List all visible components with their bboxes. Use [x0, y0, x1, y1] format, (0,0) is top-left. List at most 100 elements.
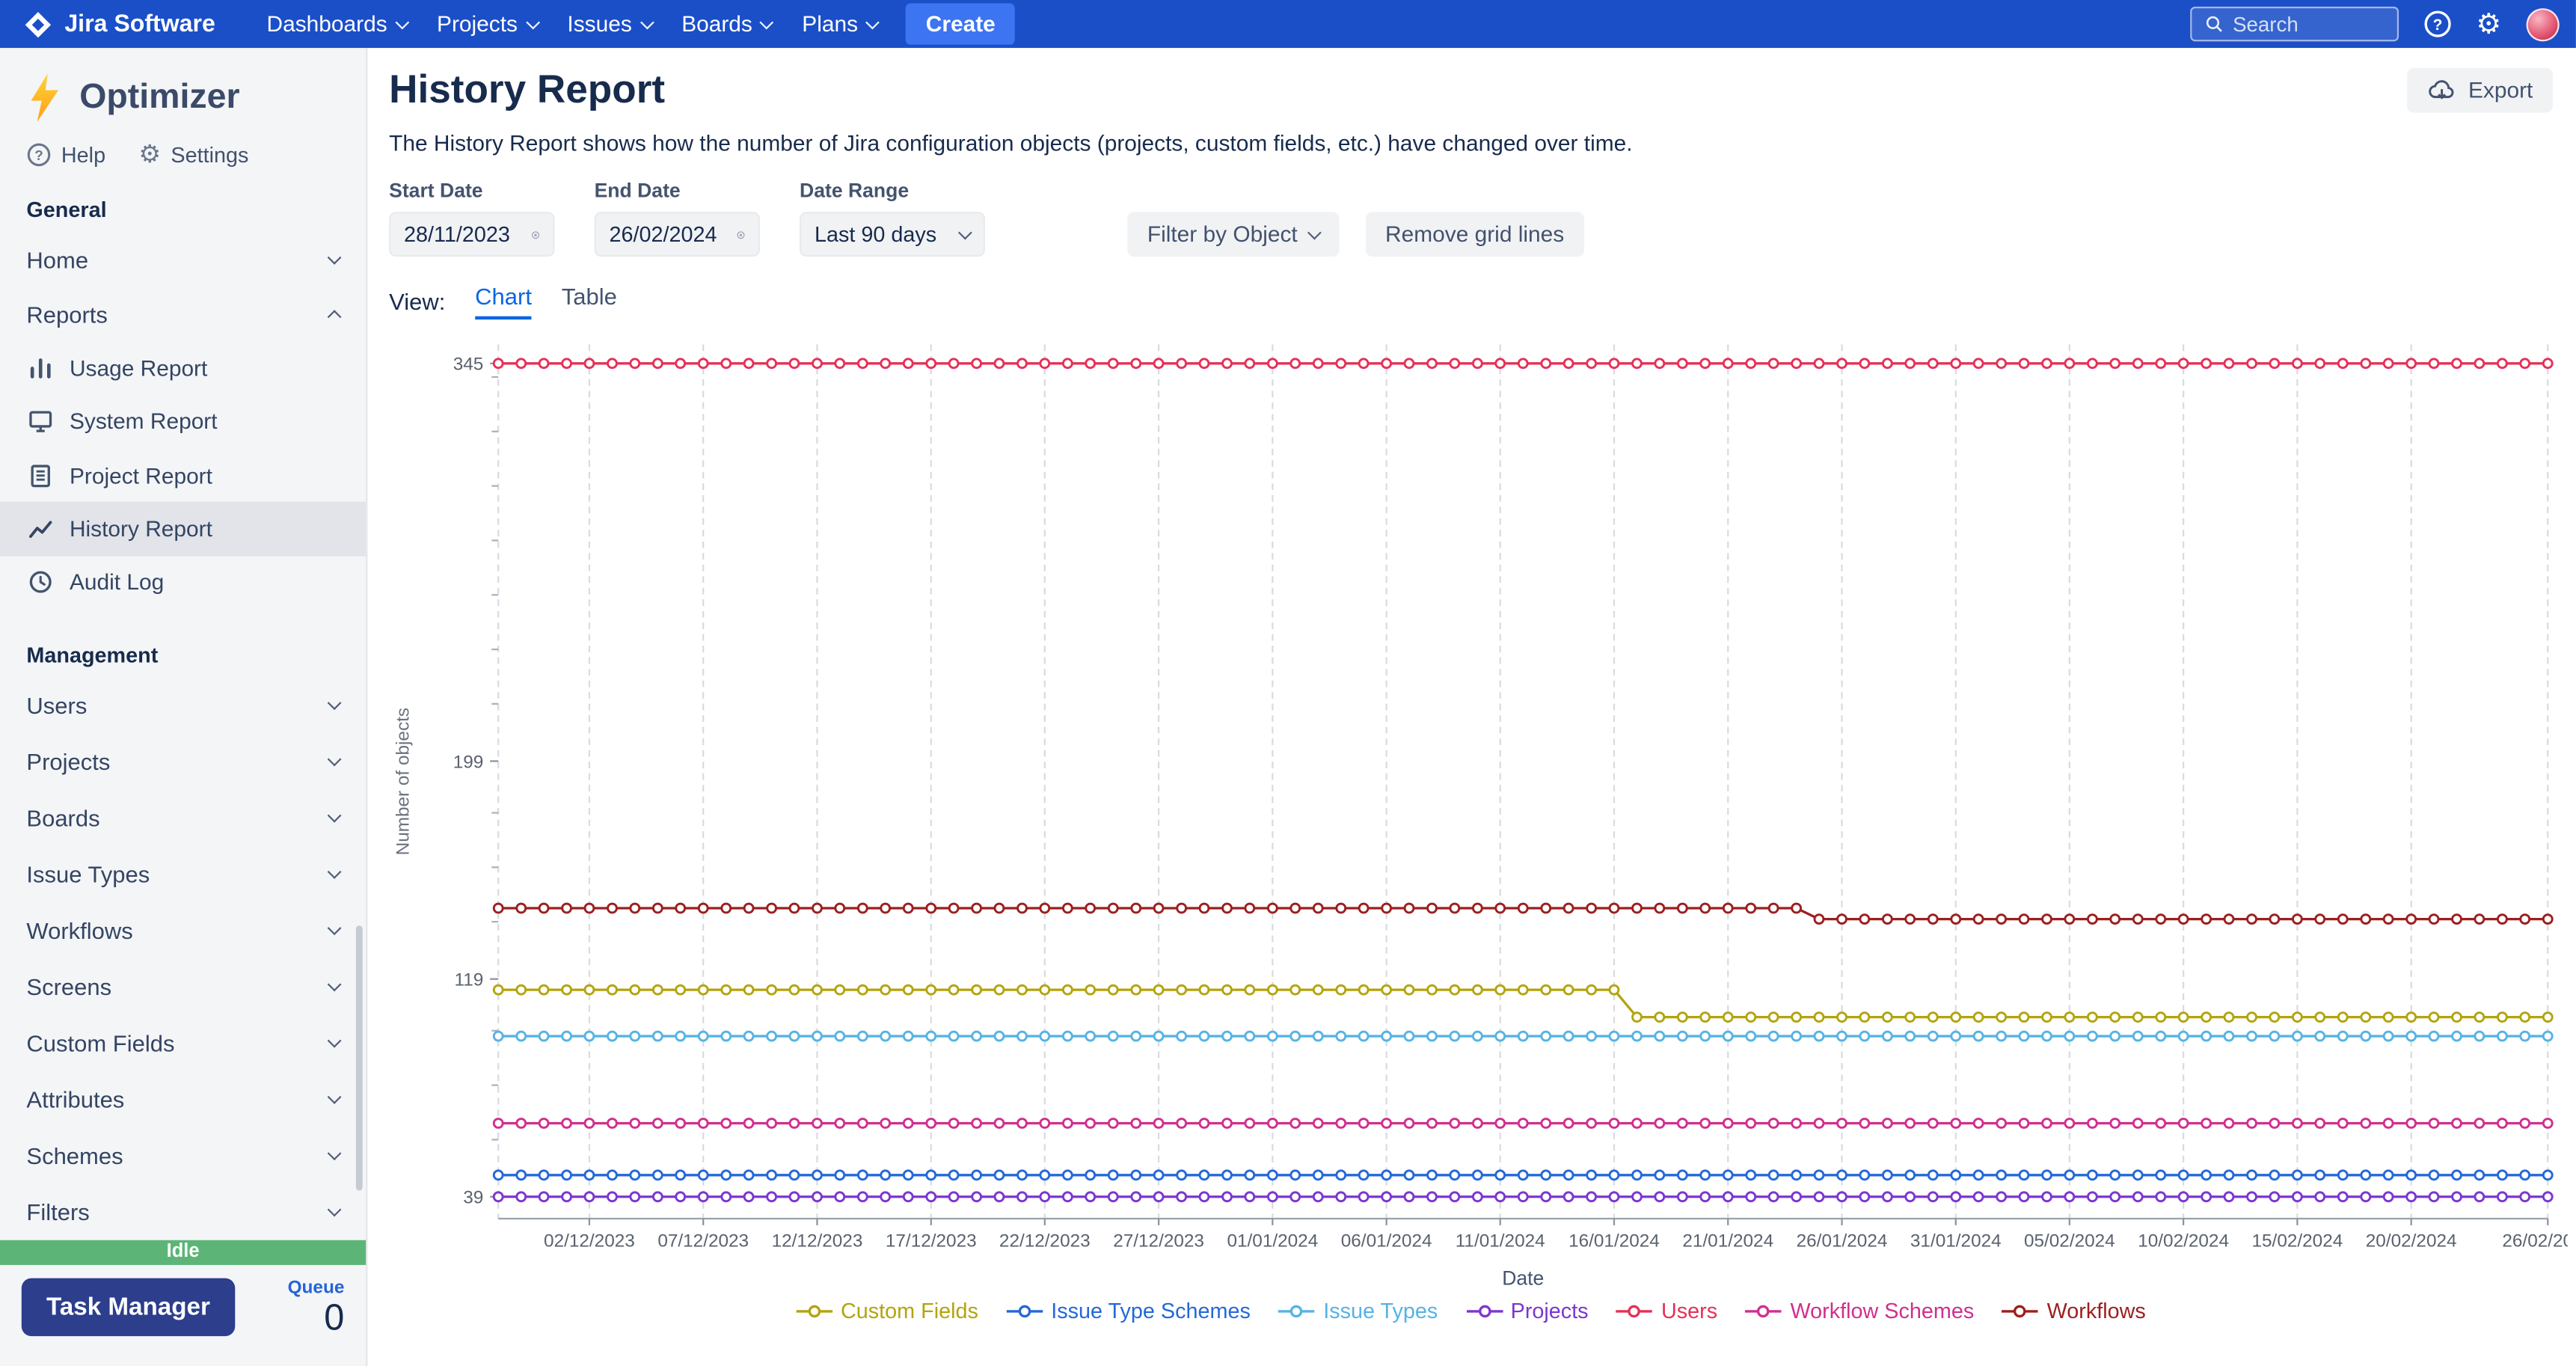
- nav-item-projects[interactable]: Projects: [422, 3, 552, 44]
- legend-item-issue-type-schemes[interactable]: Issue Type Schemes: [1007, 1298, 1251, 1323]
- chevron-down-icon: [328, 1202, 342, 1216]
- svg-text:21/01/2024: 21/01/2024: [1682, 1231, 1773, 1252]
- bar-chart-icon: [28, 356, 53, 381]
- history-chart: 3451991193902/12/202307/12/202312/12/202…: [389, 321, 2568, 1298]
- chevron-down-icon: [1307, 225, 1321, 239]
- nav-item-issues[interactable]: Issues: [552, 3, 666, 44]
- chevron-down-icon: [328, 809, 342, 823]
- chevron-down-icon: [526, 15, 540, 29]
- queue-count: 0: [324, 1298, 344, 1336]
- sidebar-item-users[interactable]: Users: [0, 677, 366, 733]
- sidebar-item-filters[interactable]: Filters: [0, 1183, 366, 1240]
- legend-item-workflows[interactable]: Workflows: [2002, 1298, 2146, 1323]
- remove-grid-lines-button[interactable]: Remove grid lines: [1365, 212, 1583, 257]
- start-date-field: Start Date: [389, 179, 554, 257]
- legend-item-issue-types[interactable]: Issue Types: [1278, 1298, 1438, 1323]
- legend-marker-icon: [796, 1302, 832, 1319]
- sidebar-settings-link[interactable]: ⚙ Settings: [138, 142, 248, 167]
- tab-table[interactable]: Table: [562, 282, 617, 319]
- svg-text:11/01/2024: 11/01/2024: [1456, 1231, 1545, 1252]
- view-label: View:: [389, 287, 445, 313]
- sidebar-item-screens[interactable]: Screens: [0, 958, 366, 1014]
- task-manager-button[interactable]: Task Manager: [22, 1278, 235, 1336]
- page-description: The History Report shows how the number …: [389, 131, 2553, 156]
- svg-text:20/02/2024: 20/02/2024: [2366, 1231, 2457, 1252]
- svg-text:Date: Date: [1502, 1267, 1544, 1290]
- sidebar-item-boards[interactable]: Boards: [0, 790, 366, 846]
- start-date-input[interactable]: [404, 222, 520, 247]
- legend-item-custom-fields[interactable]: Custom Fields: [796, 1298, 978, 1323]
- search-icon: [2205, 13, 2223, 35]
- svg-text:07/12/2023: 07/12/2023: [657, 1231, 749, 1252]
- search-input[interactable]: [2233, 13, 2384, 36]
- sidebar-scrollbar[interactable]: [356, 925, 363, 1190]
- legend-item-workflow-schemes[interactable]: Workflow Schemes: [1746, 1298, 1974, 1323]
- legend-marker-icon: [1746, 1302, 1782, 1319]
- clear-icon[interactable]: [737, 223, 745, 246]
- nav-item-dashboards[interactable]: Dashboards: [252, 3, 423, 44]
- tab-chart[interactable]: Chart: [475, 282, 532, 319]
- sidebar-item-system-report[interactable]: System Report: [0, 395, 366, 448]
- legend-item-projects[interactable]: Projects: [1466, 1298, 1589, 1323]
- sidebar-item-schemes[interactable]: Schemes: [0, 1127, 366, 1183]
- cloud-download-icon: [2427, 78, 2457, 102]
- nav-item-label: Dashboards: [267, 11, 387, 36]
- end-date-input[interactable]: [609, 222, 725, 247]
- sidebar-item-project-report[interactable]: Project Report: [0, 449, 366, 502]
- chevron-down-icon: [328, 1146, 342, 1160]
- page-title: History Report: [389, 68, 665, 114]
- svg-text:06/01/2024: 06/01/2024: [1341, 1231, 1432, 1252]
- svg-text:16/01/2024: 16/01/2024: [1568, 1231, 1660, 1252]
- main-content: History Report Export The History Report…: [367, 48, 2576, 1366]
- sidebar-item-workflows[interactable]: Workflows: [0, 902, 366, 958]
- clear-icon[interactable]: [531, 223, 539, 246]
- app-logo: Optimizer: [0, 48, 366, 135]
- user-avatar[interactable]: [2526, 7, 2559, 40]
- nav-item-boards[interactable]: Boards: [666, 3, 787, 44]
- help-icon[interactable]: ?: [2423, 10, 2452, 38]
- settings-gear-icon[interactable]: ⚙: [2477, 10, 2502, 38]
- jira-logo-icon: [23, 9, 53, 39]
- chevron-down-icon: [328, 250, 342, 264]
- sidebar-item-reports[interactable]: Reports: [0, 287, 366, 342]
- chevron-down-icon: [958, 225, 972, 239]
- sidebar-item-attributes[interactable]: Attributes: [0, 1071, 366, 1127]
- create-button[interactable]: Create: [906, 3, 1015, 44]
- chevron-down-icon: [640, 15, 654, 29]
- sidebar-item-history-report[interactable]: History Report: [0, 502, 366, 555]
- svg-text:39: 39: [463, 1188, 483, 1208]
- svg-text:27/12/2023: 27/12/2023: [1113, 1231, 1204, 1252]
- chevron-up-icon: [328, 310, 342, 324]
- sidebar-item-custom-fields[interactable]: Custom Fields: [0, 1015, 366, 1071]
- lightning-bolt-icon: [26, 73, 63, 122]
- clock-icon: [28, 570, 53, 595]
- status-badge: Idle: [0, 1240, 366, 1265]
- document-icon: [28, 463, 53, 488]
- sidebar-item-home[interactable]: Home: [0, 232, 366, 287]
- chevron-down-icon: [328, 752, 342, 766]
- queue-indicator: Queue 0: [288, 1278, 345, 1336]
- nav-item-plans[interactable]: Plans: [787, 3, 892, 44]
- top-nav: Jira Software Dashboards Projects Issues…: [0, 0, 2576, 48]
- sidebar-item-issue-types[interactable]: Issue Types: [0, 846, 366, 902]
- date-range-field: Date Range Last 90 days: [800, 179, 985, 257]
- chevron-down-icon: [395, 15, 409, 29]
- search-box[interactable]: [2190, 7, 2399, 41]
- filter-by-object-button[interactable]: Filter by Object: [1127, 212, 1339, 257]
- chevron-down-icon: [328, 1090, 342, 1104]
- sidebar-item-usage-report[interactable]: Usage Report: [0, 342, 366, 395]
- legend-marker-icon: [1007, 1302, 1043, 1319]
- chart-legend: Custom Fields Issue Type Schemes Issue T…: [389, 1298, 2553, 1323]
- queue-label: Queue: [288, 1278, 345, 1298]
- svg-text:31/01/2024: 31/01/2024: [1910, 1231, 2002, 1252]
- sidebar-item-projects[interactable]: Projects: [0, 733, 366, 789]
- date-range-select[interactable]: Last 90 days: [800, 212, 985, 257]
- svg-text:?: ?: [34, 147, 43, 163]
- svg-text:15/02/2024: 15/02/2024: [2252, 1231, 2343, 1252]
- sidebar-item-audit-log[interactable]: Audit Log: [0, 556, 366, 609]
- jira-brand[interactable]: Jira Software: [23, 9, 215, 39]
- sidebar-help-link[interactable]: ? Help: [26, 142, 105, 167]
- svg-text:12/12/2023: 12/12/2023: [772, 1231, 863, 1252]
- legend-item-users[interactable]: Users: [1616, 1298, 1717, 1323]
- export-button[interactable]: Export: [2407, 68, 2553, 113]
